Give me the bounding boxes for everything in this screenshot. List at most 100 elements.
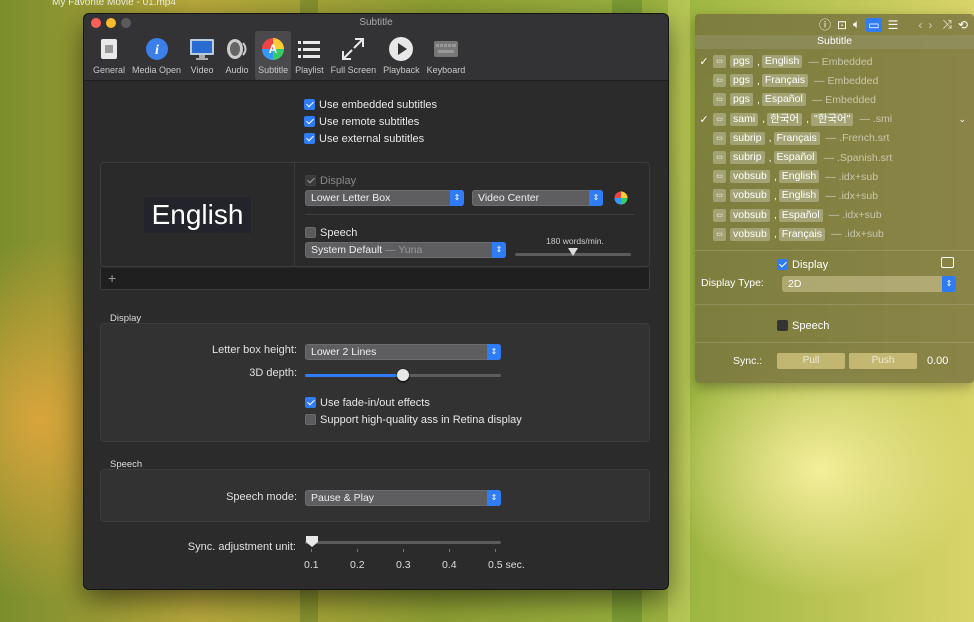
subtitle-format-icon: ▭ [713,170,726,184]
popup-value: Lower 2 Lines [311,346,377,358]
subtitle-icon[interactable]: ▭ [866,17,882,32]
track-codec: pgs [730,55,753,69]
track-codec: vobsub [730,227,770,241]
subtitle-settings-icon[interactable] [941,257,954,268]
display-type-popup[interactable]: 2D ⇕ [782,276,956,292]
speaker-icon[interactable]: 🔈︎ [853,17,860,32]
speech-rate-knob[interactable] [568,248,578,256]
speech-mode-popup[interactable]: Pause & Play ⇕ [305,490,501,506]
panel-speech-checkbox[interactable]: Speech [777,317,829,334]
depth-slider-fill [305,374,403,377]
fade-effects-checkbox[interactable]: Use fade-in/out effects [305,394,430,411]
track-source: — .smi [859,113,893,126]
checkbox-box [305,397,316,408]
subtitle-format-icon: ▭ [713,131,726,145]
use-remote-checkbox[interactable]: Use remote subtitles [304,113,437,130]
tab-playback[interactable]: Playback [380,31,423,80]
depth-slider-knob[interactable] [397,369,409,381]
voice-name: — Yuna [385,244,423,256]
popup-value: System Default [311,244,383,256]
tab-full-screen[interactable]: Full Screen [328,31,380,80]
chevron-updown-icon: ⇕ [450,190,464,206]
chevron-updown-icon: ⇕ [487,344,501,360]
color-wheel-button[interactable] [614,191,628,208]
tab-keyboard[interactable]: Keyboard [424,31,469,80]
checkbox-box [304,99,315,110]
add-button[interactable]: + [108,270,116,286]
subtitle-format-icon: ▭ [713,208,726,222]
tab-media-open[interactable]: i Media Open [129,31,184,80]
color-wheel-icon [614,191,628,205]
titlebar: Subtitle [84,14,668,31]
divider [695,342,974,343]
use-external-checkbox[interactable]: Use external subtitles [304,130,437,147]
subtitle-track-item[interactable]: ▭ vobsub, English — .idx+sub [695,186,974,205]
checkbox-box [777,320,788,331]
letterbox-height-popup[interactable]: Lower 2 Lines ⇕ [305,344,501,360]
subtitle-format-icon: ▭ [713,93,726,107]
checkbox-box [305,175,316,186]
subtitle-track-item[interactable]: ▭ subrip, Français — .French.srt [695,129,974,148]
forward-icon[interactable]: › [928,18,932,32]
preferences-window: Subtitle General i Media Open Video Audi… [84,14,668,589]
align-popup[interactable]: Video Center ⇕ [472,190,603,206]
shuffle-icon[interactable]: ⤨ [942,17,952,32]
tab-label: Audio [225,65,249,75]
minimize-button[interactable] [106,18,116,28]
subtitle-track-item[interactable]: ▭ vobsub, Español — .idx+sub [695,206,974,225]
track-separator: , [773,209,777,222]
list-icon[interactable]: ☰ [888,18,899,32]
checkbox-label: Display [320,174,357,187]
close-button[interactable] [91,18,101,28]
back-icon[interactable]: ‹ [918,18,922,32]
tab-playlist[interactable]: Playlist [292,31,327,80]
subtitle-track-item[interactable]: ▭ vobsub, Français — .idx+sub [695,225,974,244]
use-embedded-checkbox[interactable]: Use embedded subtitles [304,96,437,113]
display-checkbox[interactable]: Display [305,172,356,189]
sync-unit-tick [403,549,404,552]
checkbox-label: Use embedded subtitles [319,98,438,111]
checkbox-label: Support high-quality ass in Retina displ… [320,413,522,426]
tab-general[interactable]: General [90,31,128,80]
tab-label: Subtitle [258,65,289,75]
checkbox-label: Use fade-in/out effects [320,396,430,409]
speech-checkbox[interactable]: Speech [305,224,357,241]
zoom-button[interactable] [121,18,131,28]
display-icon[interactable]: ⊡ [837,18,847,32]
subtitle-track-item[interactable]: ▭ vobsub, English — .idx+sub [695,167,974,186]
subtitle-track-item[interactable]: ▭ pgs, Français — Embedded [695,71,974,90]
subtitle-track-list: ✓ ▭ pgs, English — Embedded ▭ pgs, Français — Em… [695,52,974,244]
track-language: Français [773,131,820,145]
prefs-toolbar: General i Media Open Video Audio A Subti… [84,31,668,81]
sync-push-button[interactable]: Push [849,353,917,369]
track-title: "한국어" [811,112,854,126]
sync-label: Sync.: [733,355,763,367]
track-separator: , [756,93,760,106]
tab-subtitle[interactable]: A Subtitle [255,31,292,80]
tab-audio[interactable]: Audio [220,31,254,80]
subtitle-track-item[interactable]: ✓ ▭ pgs, English — Embedded [695,52,974,71]
speech-rate-label: 180 words/min. [546,236,604,246]
sync-pull-button[interactable]: Pull [777,353,845,369]
sync-unit-slider-track[interactable] [305,541,501,544]
sync-unit-tick [311,549,312,552]
subtitle-track-item[interactable]: ✓ ▭ sami, 한국어, "한국어" — .smi ⌄ [695,110,974,129]
sync-unit-slider-knob[interactable] [306,536,318,547]
info-icon[interactable]: ⓘ [819,16,831,33]
color-wheel-icon: A [260,36,286,62]
tab-video[interactable]: Video [185,31,219,80]
voice-popup[interactable]: System Default — Yuna ⇕ [305,242,506,258]
track-source: — .idx+sub [831,228,884,241]
popup-value: Lower Letter Box [311,192,391,204]
checkbox-label: Use remote subtitles [319,115,420,128]
chevron-down-icon[interactable]: ⌄ [958,114,966,125]
subtitle-track-item[interactable]: ▭ subrip, Español — .Spanish.srt [695,148,974,167]
position-popup[interactable]: Lower Letter Box ⇕ [305,190,464,206]
repeat-icon[interactable]: ⟲ [958,18,968,32]
chevron-updown-icon: ⇕ [492,242,506,258]
subtitle-track-item[interactable]: ▭ pgs, Español — Embedded [695,90,974,109]
monitor-icon [189,36,215,62]
panel-display-checkbox[interactable]: Display [777,256,828,273]
svg-text:A: A [269,42,278,56]
retina-quality-checkbox[interactable]: Support high-quality ass in Retina displ… [305,411,522,428]
